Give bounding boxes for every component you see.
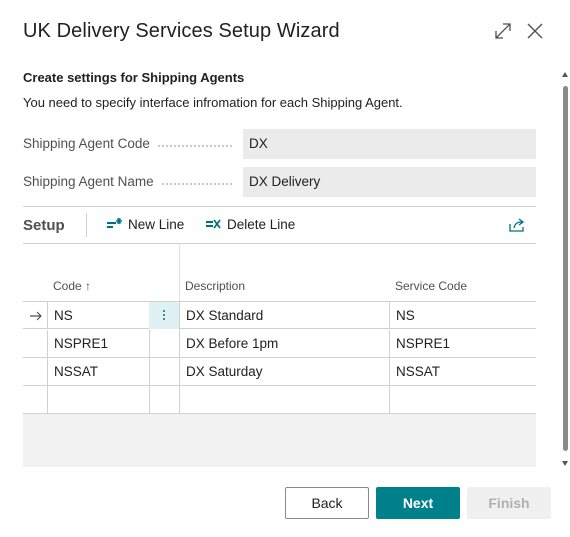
cell-code[interactable]: NSPRE1 <box>54 330 108 357</box>
divider <box>47 330 48 357</box>
column-header-description[interactable]: Description <box>185 279 245 293</box>
agent-name-label: Shipping Agent Name <box>23 174 238 194</box>
divider <box>149 358 150 385</box>
cell-service-code[interactable]: NSSAT <box>396 358 440 385</box>
finish-button[interactable]: Finish <box>467 487 551 519</box>
divider <box>179 386 180 413</box>
setup-lines-grid: Code ↑ Description Service Code NS DX St… <box>23 245 536 467</box>
vertical-scrollbar[interactable] <box>562 72 568 466</box>
next-button[interactable]: Next <box>376 487 460 519</box>
divider <box>23 243 536 244</box>
new-line-label: New Line <box>128 217 185 232</box>
setup-part-title: Setup <box>23 217 65 234</box>
scrollbar-thumb[interactable] <box>563 86 568 451</box>
new-line-icon <box>107 218 122 228</box>
back-button[interactable]: Back <box>285 487 369 519</box>
divider <box>149 386 150 413</box>
divider <box>179 302 180 328</box>
step-instructions: You need to specify interface infromatio… <box>23 95 403 110</box>
scroll-down-icon[interactable] <box>562 461 568 466</box>
agent-code-field[interactable]: DX <box>243 129 536 159</box>
share-icon[interactable] <box>508 217 526 233</box>
divider <box>47 302 48 328</box>
column-header-code[interactable]: Code ↑ <box>53 279 91 293</box>
cell-service-code[interactable]: NS <box>396 302 415 329</box>
divider <box>149 330 150 357</box>
delete-line-button[interactable]: Delete Line <box>205 217 295 232</box>
agent-name-field[interactable]: DX Delivery <box>243 167 536 197</box>
divider <box>23 206 536 207</box>
divider <box>179 358 180 385</box>
scroll-up-icon[interactable] <box>562 72 568 77</box>
grid-empty-area <box>23 413 536 467</box>
divider <box>389 358 390 385</box>
cell-service-code[interactable]: NSPRE1 <box>396 330 450 357</box>
divider <box>179 330 180 357</box>
delete-line-label: Delete Line <box>227 217 296 232</box>
expand-icon[interactable] <box>492 20 514 42</box>
agent-code-label: Shipping Agent Code <box>23 136 238 156</box>
table-row[interactable]: NSPRE1 DX Before 1pm NSPRE1 <box>23 330 536 358</box>
divider <box>389 330 390 357</box>
cell-description[interactable]: DX Saturday <box>186 358 263 385</box>
cell-code[interactable]: NSSAT <box>54 358 98 385</box>
row-actions-icon[interactable] <box>149 302 179 329</box>
divider <box>47 386 48 413</box>
delete-line-icon <box>206 219 221 229</box>
divider <box>389 302 390 328</box>
table-row[interactable] <box>23 386 536 414</box>
close-icon[interactable] <box>524 20 546 42</box>
column-header-service-code[interactable]: Service Code <box>395 279 467 293</box>
step-heading: Create settings for Shipping Agents <box>23 70 245 85</box>
cell-description[interactable]: DX Standard <box>186 302 263 329</box>
row-indicator-arrow-icon <box>30 311 42 321</box>
new-line-button[interactable]: New Line <box>106 217 184 232</box>
divider <box>47 358 48 385</box>
cell-description[interactable]: DX Before 1pm <box>186 330 278 357</box>
divider <box>389 386 390 413</box>
divider <box>86 213 87 237</box>
table-row[interactable]: NSSAT DX Saturday NSSAT <box>23 358 536 386</box>
table-row[interactable]: NS DX Standard NS <box>23 301 536 329</box>
cell-code[interactable]: NS <box>54 302 73 329</box>
dialog-title: UK Delivery Services Setup Wizard <box>23 20 340 42</box>
